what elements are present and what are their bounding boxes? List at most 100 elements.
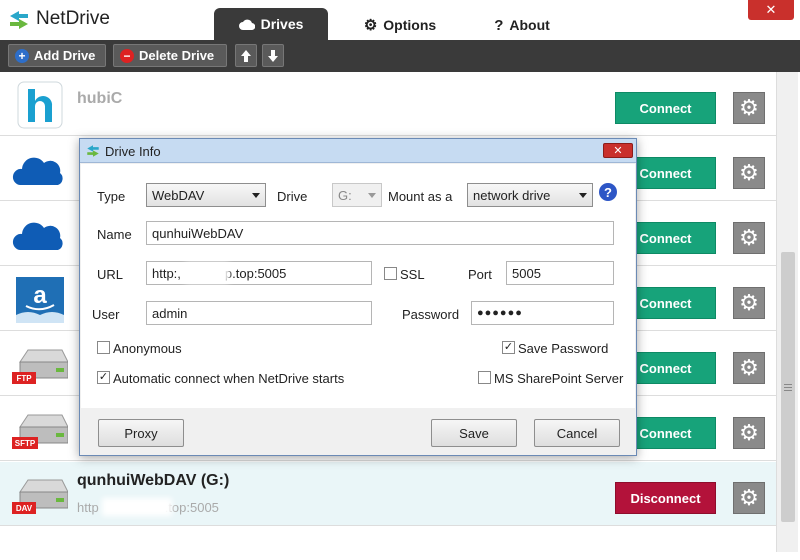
drive-name: hubiC (77, 90, 123, 107)
vertical-scrollbar[interactable] (776, 72, 798, 552)
cancel-button[interactable]: Cancel (534, 419, 620, 447)
chevron-down-icon (368, 193, 376, 198)
type-label: Type (97, 189, 126, 204)
sharepoint-label: MS SharePoint Server (494, 371, 624, 386)
dialog-body: Type WebDAV Drive G: Mount as a network … (81, 164, 635, 408)
window-close-button[interactable]: ✕ (748, 0, 794, 20)
onedrive-icon (12, 222, 63, 250)
gear-icon: ⚙ (739, 485, 759, 510)
drive-url-suffix: .top:5005 (164, 500, 219, 515)
url-label: URL (97, 267, 124, 282)
chevron-down-icon (579, 193, 587, 198)
gear-icon: ⚙ (739, 160, 759, 185)
connect-button[interactable]: Connect (615, 92, 716, 124)
netdrive-logo-icon (87, 145, 99, 157)
sftp-drive-icon: SFTP (12, 414, 68, 449)
svg-text:FTP: FTP (16, 374, 32, 383)
url-prefix: http:, (152, 265, 181, 281)
gear-icon: ⚙ (363, 17, 378, 34)
url-suffix: p.top:5005 (224, 265, 287, 281)
question-icon: ? (494, 16, 504, 34)
drive-settings-button[interactable]: ⚙ (733, 417, 765, 449)
drive-row-active[interactable]: DAV qunhuiWebDAV (G:) http .top:5005 Disc… (0, 462, 776, 526)
dialog-close-button[interactable]: ✕ (603, 143, 633, 158)
url-input[interactable]: http:, p.top:5005 (146, 261, 372, 285)
drive-settings-button[interactable]: ⚙ (733, 222, 765, 254)
drive-settings-button[interactable]: ⚙ (733, 482, 765, 514)
proxy-button[interactable]: Proxy (98, 419, 184, 447)
svg-text:DAV: DAV (16, 504, 33, 513)
hubic-icon (17, 81, 63, 129)
save-password-label: Save Password (518, 341, 609, 356)
toolbar: + Add Drive − Delete Drive (0, 40, 800, 72)
drive-row[interactable]: hubiC Connect ⚙ (0, 72, 776, 136)
mount-type-select[interactable]: network drive (467, 183, 593, 207)
mount-type-value: network drive (473, 187, 551, 203)
onedrive-icon (12, 157, 63, 185)
password-input[interactable]: ●●●●●● (471, 301, 614, 325)
autoconnect-checkbox[interactable]: ✓ (97, 371, 110, 384)
port-input[interactable]: 5005 (506, 261, 614, 285)
sharepoint-checkbox[interactable] (478, 371, 491, 384)
user-input[interactable]: admin (146, 301, 372, 325)
ssl-label: SSL (400, 267, 425, 282)
save-password-checkbox[interactable]: ✓ (502, 341, 515, 354)
scrollbar-thumb[interactable] (781, 252, 795, 522)
dav-drive-icon: DAV (12, 479, 68, 514)
gear-icon: ⚙ (739, 355, 759, 380)
anonymous-checkbox[interactable] (97, 341, 110, 354)
disconnect-button[interactable]: Disconnect (615, 482, 716, 514)
arrow-down-icon (268, 49, 278, 62)
amazon-icon: a (16, 277, 64, 323)
netdrive-logo-icon (10, 11, 28, 29)
tab-about[interactable]: ? About (482, 10, 562, 40)
gear-icon: ⚙ (739, 290, 759, 315)
plus-icon: + (15, 48, 29, 63)
delete-drive-button[interactable]: − Delete Drive (113, 44, 227, 67)
drive-name: qunhuiWebDAV (G:) (77, 472, 230, 489)
svg-text:SFTP: SFTP (15, 439, 36, 448)
redaction-blur (185, 263, 229, 283)
type-select[interactable]: WebDAV (146, 183, 266, 207)
app-title: NetDrive (36, 8, 110, 29)
port-label: Port (468, 267, 492, 282)
title-bar: NetDrive Drives ⚙ Options ? About ✕ (0, 0, 800, 40)
save-button[interactable]: Save (431, 419, 517, 447)
gear-icon: ⚙ (739, 225, 759, 250)
dialog-title-bar: Drive Info ✕ (80, 139, 636, 163)
minus-icon: − (120, 48, 134, 63)
tab-options[interactable]: ⚙ Options (352, 10, 448, 40)
gear-icon: ⚙ (739, 95, 759, 120)
tab-label: About (509, 17, 550, 33)
type-value: WebDAV (152, 187, 205, 203)
drive-settings-button[interactable]: ⚙ (733, 352, 765, 384)
password-label: Password (402, 307, 460, 322)
name-input[interactable]: qunhuiWebDAV (146, 221, 614, 245)
drive-settings-button[interactable]: ⚙ (733, 92, 765, 124)
help-icon[interactable]: ? (599, 183, 617, 201)
drive-letter-label: Drive (277, 189, 308, 204)
anonymous-label: Anonymous (113, 341, 182, 356)
add-drive-label: Add Drive (34, 48, 96, 63)
drive-settings-button[interactable]: ⚙ (733, 287, 765, 319)
tab-label: Drives (260, 16, 304, 32)
drive-url-prefix: http (77, 500, 99, 515)
autoconnect-label: Automatic connect when NetDrive starts (113, 371, 345, 386)
tab-drives[interactable]: Drives (214, 8, 328, 40)
drive-settings-button[interactable]: ⚙ (733, 157, 765, 189)
move-up-button[interactable] (235, 44, 257, 67)
add-drive-button[interactable]: + Add Drive (8, 44, 106, 67)
mount-label: Mount as a (388, 189, 453, 204)
arrow-up-icon (241, 49, 251, 62)
svg-text:a: a (33, 282, 47, 309)
drive-letter-select[interactable]: G: (332, 183, 382, 207)
user-label: User (92, 307, 120, 322)
name-label: Name (97, 227, 132, 242)
tab-label: Options (383, 17, 437, 33)
ftp-drive-icon: FTP (12, 349, 68, 384)
move-down-button[interactable] (262, 44, 284, 67)
redaction-blur (102, 498, 172, 516)
cloud-icon (238, 19, 255, 30)
ssl-checkbox[interactable] (384, 267, 397, 280)
drive-letter-value: G: (338, 187, 352, 203)
